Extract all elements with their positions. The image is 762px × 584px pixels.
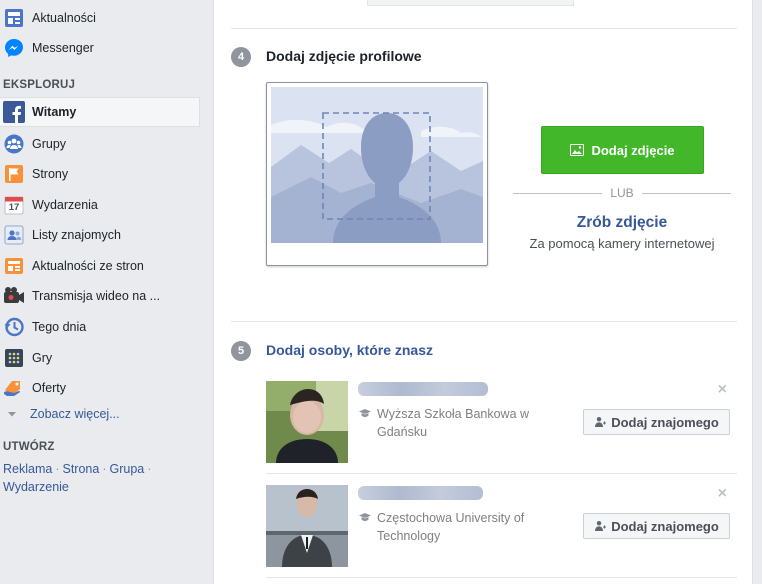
step-number-badge: 4 xyxy=(231,47,251,67)
add-friend-icon xyxy=(594,520,607,532)
sidebar-item-messenger[interactable]: Messenger xyxy=(0,33,200,63)
groups-icon xyxy=(3,133,25,155)
friend-suggestion: Częstochowa University of Technology Dod… xyxy=(266,485,731,567)
left-sidebar: Aktualności Messenger EKSPLORUJ Witamy G… xyxy=(0,0,212,584)
chevron-down-icon xyxy=(6,408,18,420)
sidebar-item-label: Oferty xyxy=(32,381,67,395)
separator-dot: · xyxy=(147,462,152,476)
sidebar-item-pages[interactable]: Strony xyxy=(0,159,200,189)
add-photo-label: Dodaj zdjęcie xyxy=(591,142,675,158)
sidebar-item-label: Listy znajomych xyxy=(32,228,121,242)
avatar[interactable] xyxy=(266,485,348,567)
previous-step-stub xyxy=(367,0,574,6)
sidebar-item-on-this-day[interactable]: Tego dnia xyxy=(0,312,200,342)
graduation-cap-icon xyxy=(359,511,371,521)
or-label: LUB xyxy=(610,186,634,200)
sidebar-item-events[interactable]: 17 Wydarzenia xyxy=(0,190,200,220)
sidebar-item-games[interactable]: Gry xyxy=(0,343,200,373)
step-number-badge: 5 xyxy=(231,341,251,361)
sidebar-item-label: Tego dnia xyxy=(32,320,87,334)
sidebar-item-label: Aktualności ze stron xyxy=(32,259,144,273)
sidebar-item-news-feed[interactable]: Aktualności xyxy=(0,3,200,33)
offers-icon xyxy=(3,377,25,399)
news-feed-icon xyxy=(3,7,25,29)
create-page-link[interactable]: Strona xyxy=(63,462,100,476)
blurred-name[interactable] xyxy=(358,382,488,396)
sidebar-item-label: Gry xyxy=(32,351,53,365)
divider xyxy=(266,473,737,474)
see-more-label: Zobacz więcej... xyxy=(30,407,120,421)
separator-dot: · xyxy=(55,462,60,476)
create-links: Reklama · Strona · Grupa · Wydarzenie xyxy=(3,460,203,496)
sidebar-item-groups[interactable]: Grupy xyxy=(0,129,200,159)
friend-suggestion: Wyższa Szkoła Bankowa w Gdańsku Dodaj zn… xyxy=(266,381,731,463)
take-photo-subtitle: Za pomocą kamery internetowej xyxy=(529,236,715,251)
friend-lists-icon xyxy=(3,224,25,246)
add-friend-icon xyxy=(594,416,607,428)
take-photo-link[interactable]: Zrób zdjęcie xyxy=(513,214,731,232)
or-divider: LUB xyxy=(513,186,731,200)
profile-photo-placeholder[interactable] xyxy=(266,82,488,266)
sidebar-item-pages-feed[interactable]: Aktualności ze stron xyxy=(0,251,200,281)
divider xyxy=(231,321,737,322)
facebook-icon xyxy=(3,101,25,123)
add-photo-button[interactable]: Dodaj zdjęcie xyxy=(541,126,704,174)
step-title: Dodaj zdjęcie profilowe xyxy=(266,48,422,64)
blurred-name[interactable] xyxy=(358,486,483,500)
calendar-icon: 17 xyxy=(3,194,25,216)
sidebar-item-label: Aktualności xyxy=(32,11,96,25)
separator-dot: · xyxy=(102,462,107,476)
photo-icon xyxy=(570,144,585,156)
see-more-link[interactable]: Zobacz więcej... xyxy=(6,407,120,421)
sidebar-item-offers[interactable]: Oferty xyxy=(0,373,200,403)
sidebar-item-label: Witamy xyxy=(32,105,77,119)
school-text: Wyższa Szkoła Bankowa w Gdańsku xyxy=(377,407,530,439)
welcome-card: 4 Dodaj zdjęcie profilowe Dodaj zdjęcie … xyxy=(213,0,753,584)
create-group-link[interactable]: Grupa xyxy=(110,462,145,476)
close-icon[interactable]: × xyxy=(718,381,727,399)
divider xyxy=(231,28,737,29)
add-friend-label: Dodaj znajomego xyxy=(611,518,719,534)
add-friend-button[interactable]: Dodaj znajomego xyxy=(583,409,730,435)
close-icon[interactable]: × xyxy=(718,485,727,503)
silhouette-placeholder-image xyxy=(271,87,483,243)
pages-flag-icon xyxy=(3,163,25,185)
sidebar-item-label: Wydarzenia xyxy=(32,198,98,212)
sidebar-item-friend-lists[interactable]: Listy znajomych xyxy=(0,220,200,250)
create-heading: UTWÓRZ xyxy=(3,441,55,453)
school-text: Częstochowa University of Technology xyxy=(377,511,525,543)
live-video-icon xyxy=(3,285,25,307)
sidebar-item-label: Transmisja wideo na ... xyxy=(32,289,161,303)
create-event-link[interactable]: Wydarzenie xyxy=(3,480,69,494)
create-ad-link[interactable]: Reklama xyxy=(3,462,52,476)
sidebar-item-welcome[interactable]: Witamy xyxy=(0,97,200,127)
games-icon xyxy=(3,347,25,369)
explore-heading: EKSPLORUJ xyxy=(3,79,76,91)
sidebar-item-label: Messenger xyxy=(32,41,94,55)
step-title: Dodaj osoby, które znasz xyxy=(266,342,433,358)
divider xyxy=(266,577,737,578)
add-friend-button[interactable]: Dodaj znajomego xyxy=(583,513,730,539)
avatar[interactable] xyxy=(266,381,348,463)
sidebar-item-label: Grupy xyxy=(32,137,67,151)
pages-feed-icon xyxy=(3,255,25,277)
calendar-day: 17 xyxy=(8,202,20,213)
graduation-cap-icon xyxy=(359,407,371,417)
on-this-day-icon xyxy=(3,316,25,338)
sidebar-item-live-video[interactable]: Transmisja wideo na ... xyxy=(0,281,200,311)
sidebar-item-label: Strony xyxy=(32,167,69,181)
add-friend-label: Dodaj znajomego xyxy=(611,414,719,430)
messenger-icon xyxy=(3,37,25,59)
